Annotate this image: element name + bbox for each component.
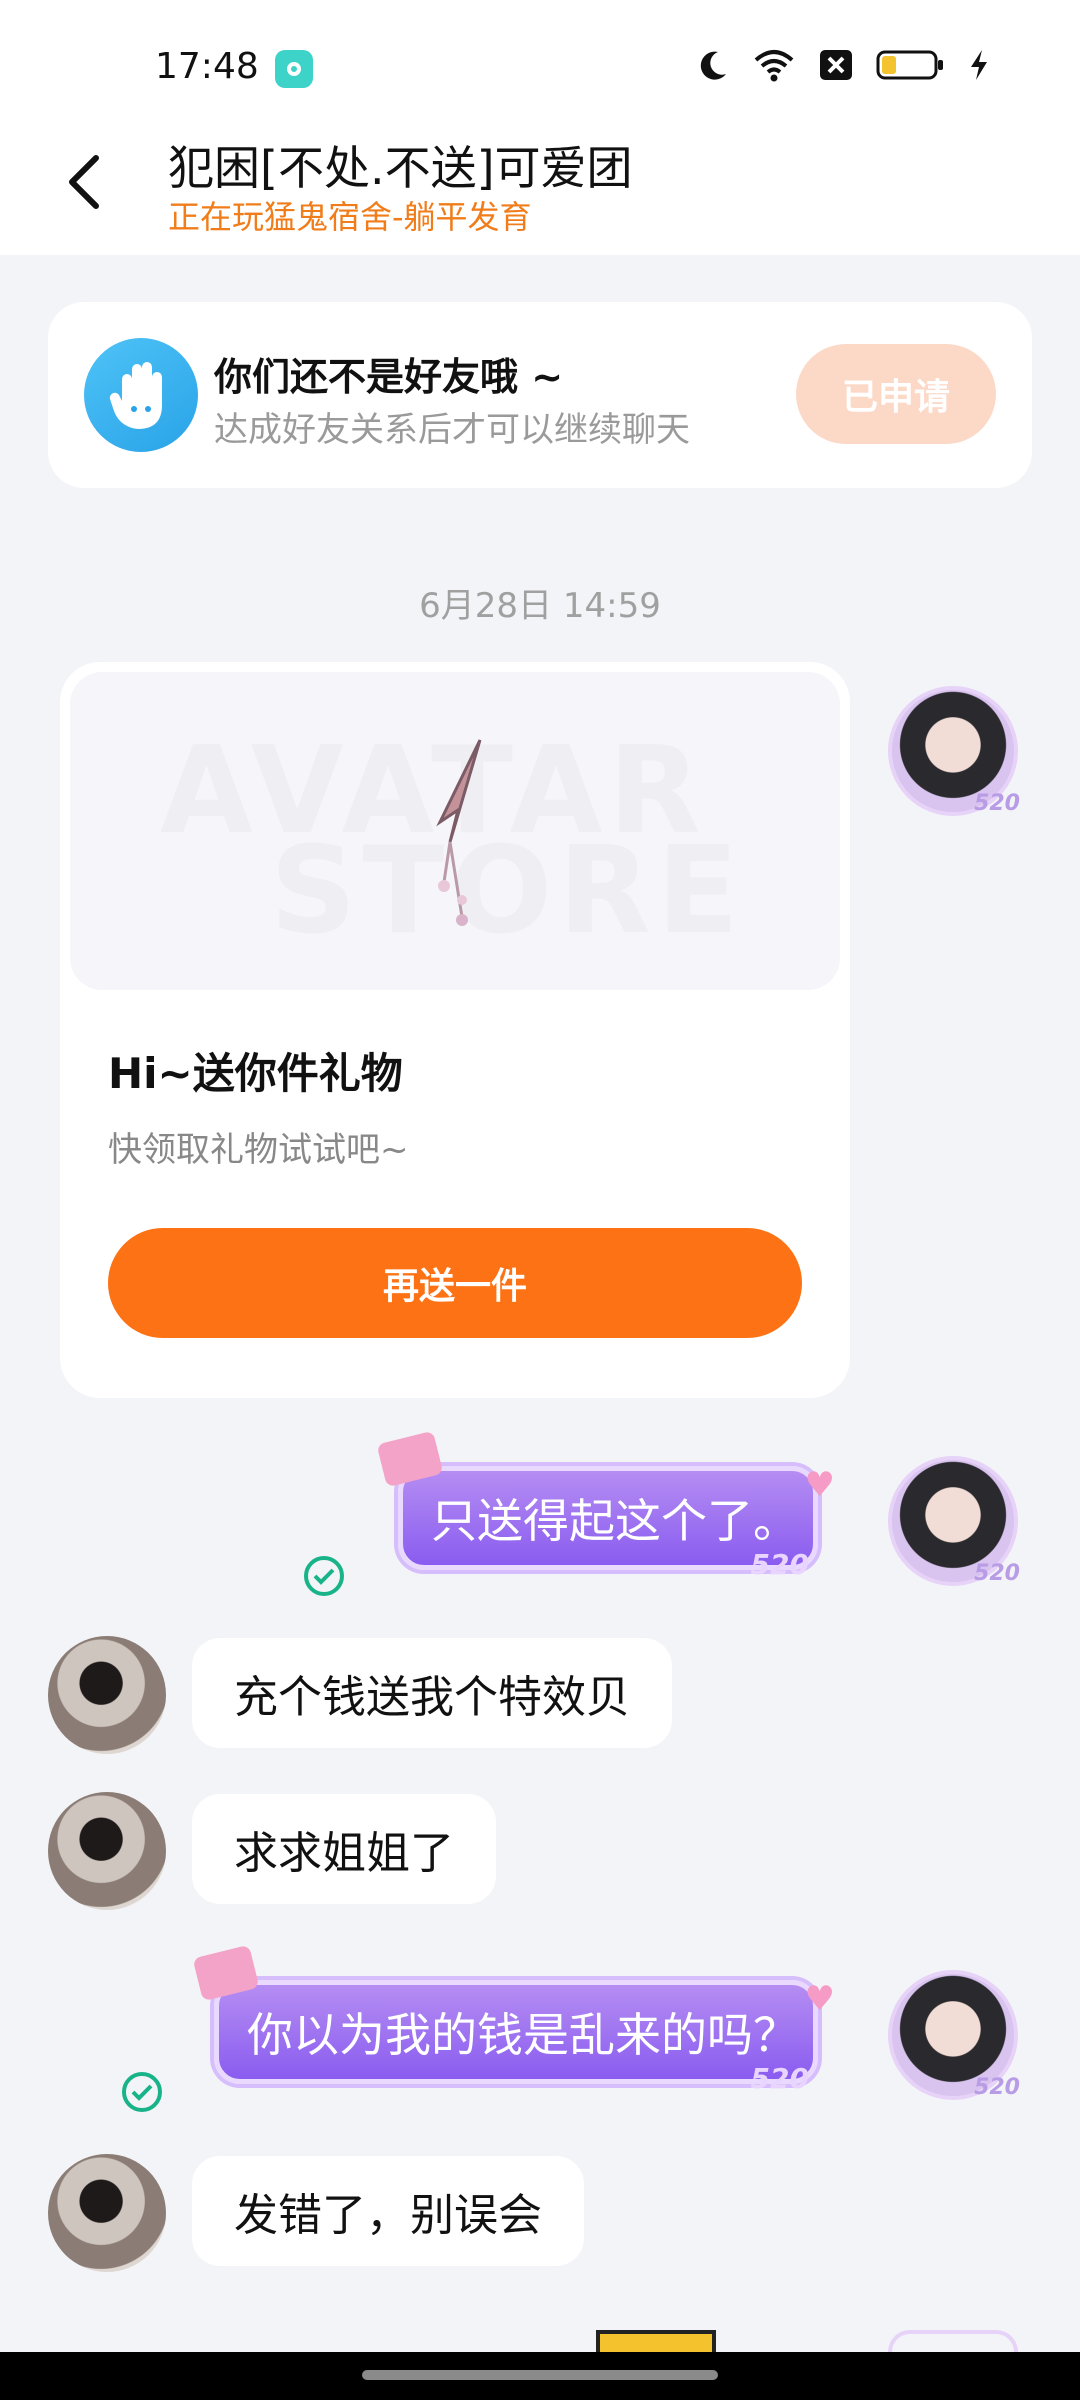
avatar-frame-tag: 520 <box>974 2075 1020 2100</box>
contact-avatar[interactable] <box>48 1636 166 1754</box>
avatar-frame-tag: 520 <box>974 1561 1020 1586</box>
gift-description: 快领取礼物试试吧~ <box>108 1130 409 1170</box>
message-text: 只送得起这个了。 <box>431 1494 799 1548</box>
hair-accessory-icon <box>436 739 482 926</box>
status-icons <box>696 48 990 82</box>
partial-avatar-frame <box>888 2330 1018 2352</box>
battery-icon <box>876 50 943 80</box>
my-avatar[interactable]: 520 <box>888 1456 1020 1586</box>
no-sim-icon <box>820 50 852 80</box>
contact-message-bubble[interactable]: 充个钱送我个特效贝 <box>192 1638 672 1748</box>
my-avatar[interactable]: 520 <box>888 1970 1020 2100</box>
watermark-store: STORE <box>270 822 745 961</box>
gift-image: AVATAR STORE <box>70 672 840 990</box>
bubble-tag: 520 <box>750 2062 809 2095</box>
heart-decoration-icon: ♥ <box>804 1979 835 2019</box>
heart-decoration-icon: ♥ <box>804 1465 835 1505</box>
partial-bubble-decoration <box>596 2330 716 2352</box>
friend-request-banner: 你们还不是好友哦 ~ 达成好友关系后才可以继续聊天 已申请 <box>48 302 1032 488</box>
bubble-tag: 520 <box>750 1548 809 1581</box>
status-bar: 17:48 <box>0 0 1080 120</box>
message-text: 你以为我的钱是乱来的吗？ <box>247 2008 799 2062</box>
avatar-frame-tag: 520 <box>974 791 1020 816</box>
wifi-icon <box>754 50 794 82</box>
sent-check-icon <box>304 1556 344 1596</box>
gift-card[interactable]: AVATAR STORE Hi~送你件礼物 快领取礼物试试吧~ 再送一件 <box>60 662 850 1398</box>
message-text: 发错了，别误会 <box>234 2190 542 2241</box>
app-notification-icon <box>275 50 313 88</box>
message-timestamp: 6月28日 14:59 <box>419 586 661 626</box>
contact-avatar[interactable] <box>48 1792 166 1910</box>
contact-message-bubble[interactable]: 求求姐姐了 <box>192 1794 496 1904</box>
status-time: 17:48 <box>155 46 259 87</box>
my-avatar[interactable]: 520 <box>888 686 1020 816</box>
applied-button[interactable]: 已申请 <box>796 344 996 444</box>
message-text: 充个钱送我个特效贝 <box>234 1672 630 1723</box>
home-indicator[interactable] <box>362 2370 718 2380</box>
playing-status[interactable]: 正在玩猛鬼宿舍-躺平发育 <box>168 192 532 238</box>
envelope-decoration-icon <box>376 1430 444 1488</box>
wave-hand-icon <box>84 338 198 452</box>
chevron-left-icon <box>69 155 99 209</box>
envelope-decoration-icon <box>192 1944 260 2002</box>
sent-check-icon <box>122 2072 162 2112</box>
my-message-bubble[interactable]: 你以为我的钱是乱来的吗？ ♥ 520 <box>192 1944 835 2095</box>
charging-bolt-icon <box>971 50 987 80</box>
chat-title[interactable]: 犯困[不处.不送]可爱团 <box>168 132 633 198</box>
friend-banner-subtitle: 达成好友关系后才可以继续聊天 <box>214 410 690 450</box>
message-text: 求求姐姐了 <box>234 1828 454 1879</box>
contact-message-bubble[interactable]: 发错了，别误会 <box>192 2156 584 2266</box>
back-button[interactable] <box>52 150 116 214</box>
contact-avatar[interactable] <box>48 2154 166 2272</box>
do-not-disturb-moon-icon <box>700 51 726 80</box>
send-another-button[interactable]: 再送一件 <box>108 1228 802 1338</box>
gift-title: Hi~送你件礼物 <box>108 1049 403 1098</box>
my-message-bubble[interactable]: 只送得起这个了。 ♥ 520 <box>376 1430 835 1581</box>
friend-banner-title: 你们还不是好友哦 ~ <box>214 355 564 399</box>
chat-header: 犯困[不处.不送]可爱团 正在玩猛鬼宿舍-躺平发育 <box>0 120 1080 255</box>
